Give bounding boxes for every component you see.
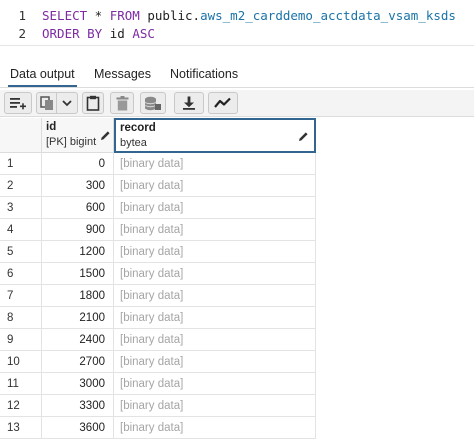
tab-messages[interactable]: Messages <box>92 62 153 87</box>
id-cell[interactable]: 3300 <box>42 395 114 417</box>
record-cell[interactable]: [binary data] <box>114 175 316 197</box>
record-cell[interactable]: [binary data] <box>114 153 316 175</box>
save-data-button[interactable] <box>140 92 166 114</box>
table-row[interactable]: 4 900 [binary data] <box>0 219 316 241</box>
id-cell[interactable]: 2400 <box>42 329 114 351</box>
code-line[interactable]: 2 ORDER BY id ASC <box>0 25 474 43</box>
data-grid: id [PK] bigint record bytea 1 0 [binary da… <box>0 118 318 441</box>
table-name: aws_m2_carddemo_acctdata_vsam_ksds <box>200 8 456 23</box>
id-cell[interactable]: 1800 <box>42 285 114 307</box>
table-row[interactable]: 10 2700 [binary data] <box>0 351 316 373</box>
download-icon <box>182 96 196 110</box>
record-cell[interactable]: [binary data] <box>114 307 316 329</box>
row-number: 12 <box>0 395 42 417</box>
row-number: 13 <box>0 417 42 439</box>
results-tabs: Data output Messages Notifications <box>0 62 474 88</box>
row-number: 2 <box>0 175 42 197</box>
copy-button[interactable] <box>36 92 56 114</box>
pencil-icon <box>100 128 111 146</box>
table-row[interactable]: 6 1500 [binary data] <box>0 263 316 285</box>
paste-icon <box>86 95 100 111</box>
table-row[interactable]: 9 2400 [binary data] <box>0 329 316 351</box>
record-cell[interactable]: [binary data] <box>114 395 316 417</box>
id-cell[interactable]: 3600 <box>42 417 114 439</box>
column-header-id[interactable]: id [PK] bigint <box>42 118 114 153</box>
graph-visualiser-button[interactable] <box>208 92 238 114</box>
table-row[interactable]: 3 600 [binary data] <box>0 197 316 219</box>
row-number: 3 <box>0 197 42 219</box>
code-line[interactable]: 1 SELECT * FROM public.aws_m2_carddemo_a… <box>0 7 474 25</box>
record-cell[interactable]: [binary data] <box>114 263 316 285</box>
column-type: bytea <box>120 137 147 149</box>
keyword: ORDER BY <box>42 26 103 41</box>
record-cell[interactable]: [binary data] <box>114 417 316 439</box>
copy-options-dropdown[interactable] <box>56 92 78 114</box>
data-toolbar <box>0 90 474 117</box>
table-row[interactable]: 2 300 [binary data] <box>0 175 316 197</box>
row-number: 11 <box>0 373 42 395</box>
keyword: SELECT <box>42 8 88 23</box>
id-cell[interactable]: 600 <box>42 197 114 219</box>
row-number-header <box>0 118 42 153</box>
copy-icon <box>39 95 54 111</box>
add-row-icon <box>9 96 27 110</box>
line-number: 2 <box>18 26 26 41</box>
table-row[interactable]: 8 2100 [binary data] <box>0 307 316 329</box>
delete-icon <box>116 95 129 111</box>
record-cell[interactable]: [binary data] <box>114 285 316 307</box>
row-number: 10 <box>0 351 42 373</box>
row-number: 9 <box>0 329 42 351</box>
line-number: 1 <box>18 8 26 23</box>
column-name: id <box>46 121 57 133</box>
record-cell[interactable]: [binary data] <box>114 329 316 351</box>
download-button[interactable] <box>174 92 204 114</box>
row-number: 4 <box>0 219 42 241</box>
keyword: ASC <box>132 26 155 41</box>
record-cell[interactable]: [binary data] <box>114 197 316 219</box>
table-row[interactable]: 13 3600 [binary data] <box>0 417 316 439</box>
keyword: FROM <box>109 8 140 23</box>
add-row-button[interactable] <box>4 92 32 114</box>
row-number: 1 <box>0 153 42 175</box>
table-row[interactable]: 12 3300 [binary data] <box>0 395 316 417</box>
id-cell[interactable]: 1500 <box>42 263 114 285</box>
row-number: 5 <box>0 241 42 263</box>
id-cell[interactable]: 300 <box>42 175 114 197</box>
graph-visualiser-icon <box>214 97 232 109</box>
id-cell[interactable]: 2700 <box>42 351 114 373</box>
record-cell[interactable]: [binary data] <box>114 373 316 395</box>
code-text[interactable]: SELECT * FROM public.aws_m2_carddemo_acc… <box>42 7 456 25</box>
code-token: * <box>87 8 110 23</box>
save-data-icon <box>144 96 162 111</box>
id-cell[interactable]: 2100 <box>42 307 114 329</box>
table-row[interactable]: 7 1800 [binary data] <box>0 285 316 307</box>
id-cell[interactable]: 3000 <box>42 373 114 395</box>
table-row[interactable]: 5 1200 [binary data] <box>0 241 316 263</box>
id-cell[interactable]: 1200 <box>42 241 114 263</box>
tab-notifications[interactable]: Notifications <box>168 62 240 87</box>
row-number: 6 <box>0 263 42 285</box>
column-type: [PK] bigint <box>46 136 97 148</box>
delete-button[interactable] <box>110 92 134 114</box>
record-cell[interactable]: [binary data] <box>114 219 316 241</box>
table-row[interactable]: 1 0 [binary data] <box>0 153 316 175</box>
record-cell[interactable]: [binary data] <box>114 241 316 263</box>
sql-editor[interactable]: 1 SELECT * FROM public.aws_m2_carddemo_a… <box>0 0 474 46</box>
row-number: 7 <box>0 285 42 307</box>
schema-name: public <box>139 8 193 23</box>
column-header-record[interactable]: record bytea <box>114 118 316 153</box>
column-name: record <box>120 122 156 134</box>
code-token: id <box>102 26 133 41</box>
code-text[interactable]: ORDER BY id ASC <box>42 25 155 43</box>
row-number: 8 <box>0 307 42 329</box>
record-cell[interactable]: [binary data] <box>114 351 316 373</box>
id-cell[interactable]: 900 <box>42 219 114 241</box>
code-token: . <box>192 8 201 23</box>
table-row[interactable]: 11 3000 [binary data] <box>0 373 316 395</box>
paste-button[interactable] <box>82 92 104 114</box>
tab-data-output[interactable]: Data output <box>8 62 77 87</box>
id-cell[interactable]: 0 <box>42 153 114 175</box>
pencil-icon <box>298 129 309 147</box>
chevron-down-icon <box>62 99 72 107</box>
